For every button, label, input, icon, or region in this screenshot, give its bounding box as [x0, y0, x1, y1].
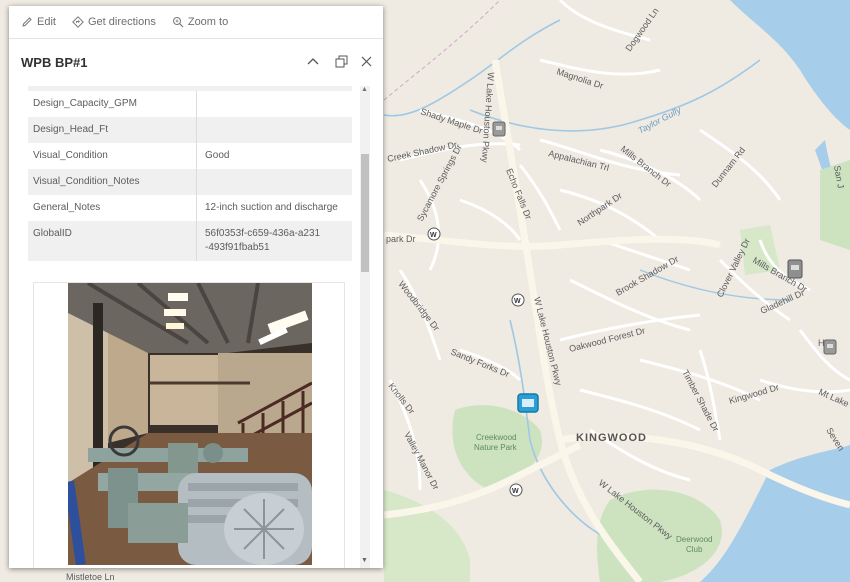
road-label: Mistletoe Ln: [66, 572, 115, 582]
park-label: Club: [686, 545, 703, 554]
chevron-up-icon: [307, 58, 319, 65]
pump-station-marker-icon[interactable]: [823, 339, 837, 355]
attribute-key: Design_Capacity_GPM: [28, 91, 197, 117]
highway-shield-icon: W: [511, 293, 525, 307]
scroll-up-arrow-icon[interactable]: ▲: [361, 86, 368, 93]
svg-text:W: W: [514, 298, 521, 305]
popup-toolbar: Edit Get directions Zoom to: [9, 6, 383, 39]
city-label: KINGWOOD: [576, 432, 647, 444]
highway-shield-icon: W: [509, 483, 523, 497]
get-directions-button[interactable]: Get directions: [72, 16, 156, 28]
park-label: Nature Park: [474, 443, 518, 452]
scroll-down-arrow-icon[interactable]: ▼: [361, 557, 368, 564]
attribute-value: Good: [205, 150, 230, 161]
pump-station-marker-icon[interactable]: [787, 259, 803, 279]
attribute-value: 12-inch suction and discharge: [205, 202, 338, 213]
attribute-value: 56f0353f-c659-436a-a231-493f91fbab51: [205, 228, 321, 253]
attribute-value: [197, 91, 352, 117]
svg-text:W: W: [512, 488, 519, 495]
popup-header: WPB BP#1: [9, 39, 383, 85]
selected-pump-station-marker-icon[interactable]: [517, 393, 539, 413]
table-row: GlobalID 56f0353f-c659-436a-a231-493f91f…: [28, 221, 352, 261]
svg-text:W: W: [430, 232, 437, 239]
attribute-value: [197, 169, 352, 195]
park-label: Creekwood: [476, 433, 516, 442]
zoom-label: Zoom to: [187, 16, 229, 28]
attribute-key: Visual_Condition_Notes: [28, 169, 197, 195]
table-row: Design_Head_Ft: [28, 117, 352, 143]
directions-icon: [72, 16, 84, 28]
pump-room-image: [68, 283, 312, 565]
popup-content[interactable]: Design_Capacity_GPM Design_Head_Ft Visua…: [9, 86, 383, 568]
table-row: Visual_Condition Good: [28, 143, 352, 169]
park-label: Deerwood: [676, 535, 712, 544]
table-row: Visual_Condition_Notes: [28, 169, 352, 195]
scrollbar-thumb[interactable]: [361, 154, 369, 272]
attachment-frame: [33, 282, 345, 568]
directions-label: Get directions: [87, 16, 156, 28]
dock-button[interactable]: [331, 51, 351, 71]
zoom-to-button[interactable]: Zoom to: [172, 16, 228, 28]
attribute-key: GlobalID: [28, 221, 197, 261]
table-row: Design_Capacity_GPM: [28, 91, 352, 117]
attribute-value: [197, 117, 352, 143]
attribute-key: Design_Head_Ft: [28, 117, 197, 143]
feature-popup: Edit Get directions Zoom to WPB BP#1 Des…: [9, 6, 383, 568]
edit-button[interactable]: Edit: [21, 16, 56, 28]
pencil-icon: [22, 17, 32, 27]
popup-scrollbar[interactable]: ▲ ▼: [360, 86, 370, 568]
attribute-key: Visual_Condition: [28, 143, 197, 169]
attribute-table: Design_Capacity_GPM Design_Head_Ft Visua…: [28, 86, 352, 261]
road-label: park Dr: [386, 234, 416, 244]
magnifier-icon: [172, 17, 184, 28]
collapse-button[interactable]: [303, 51, 323, 71]
table-row: General_Notes 12-inch suction and discha…: [28, 195, 352, 221]
pump-station-photo[interactable]: [68, 283, 312, 565]
popup-title: WPB BP#1: [21, 54, 88, 70]
dock-icon: [335, 55, 347, 67]
close-button[interactable]: [356, 51, 376, 71]
pump-station-marker-icon[interactable]: [492, 121, 506, 137]
close-icon: [361, 56, 371, 66]
edit-label: Edit: [37, 16, 56, 28]
attribute-key: General_Notes: [28, 195, 197, 221]
highway-shield-icon: W: [427, 227, 441, 241]
